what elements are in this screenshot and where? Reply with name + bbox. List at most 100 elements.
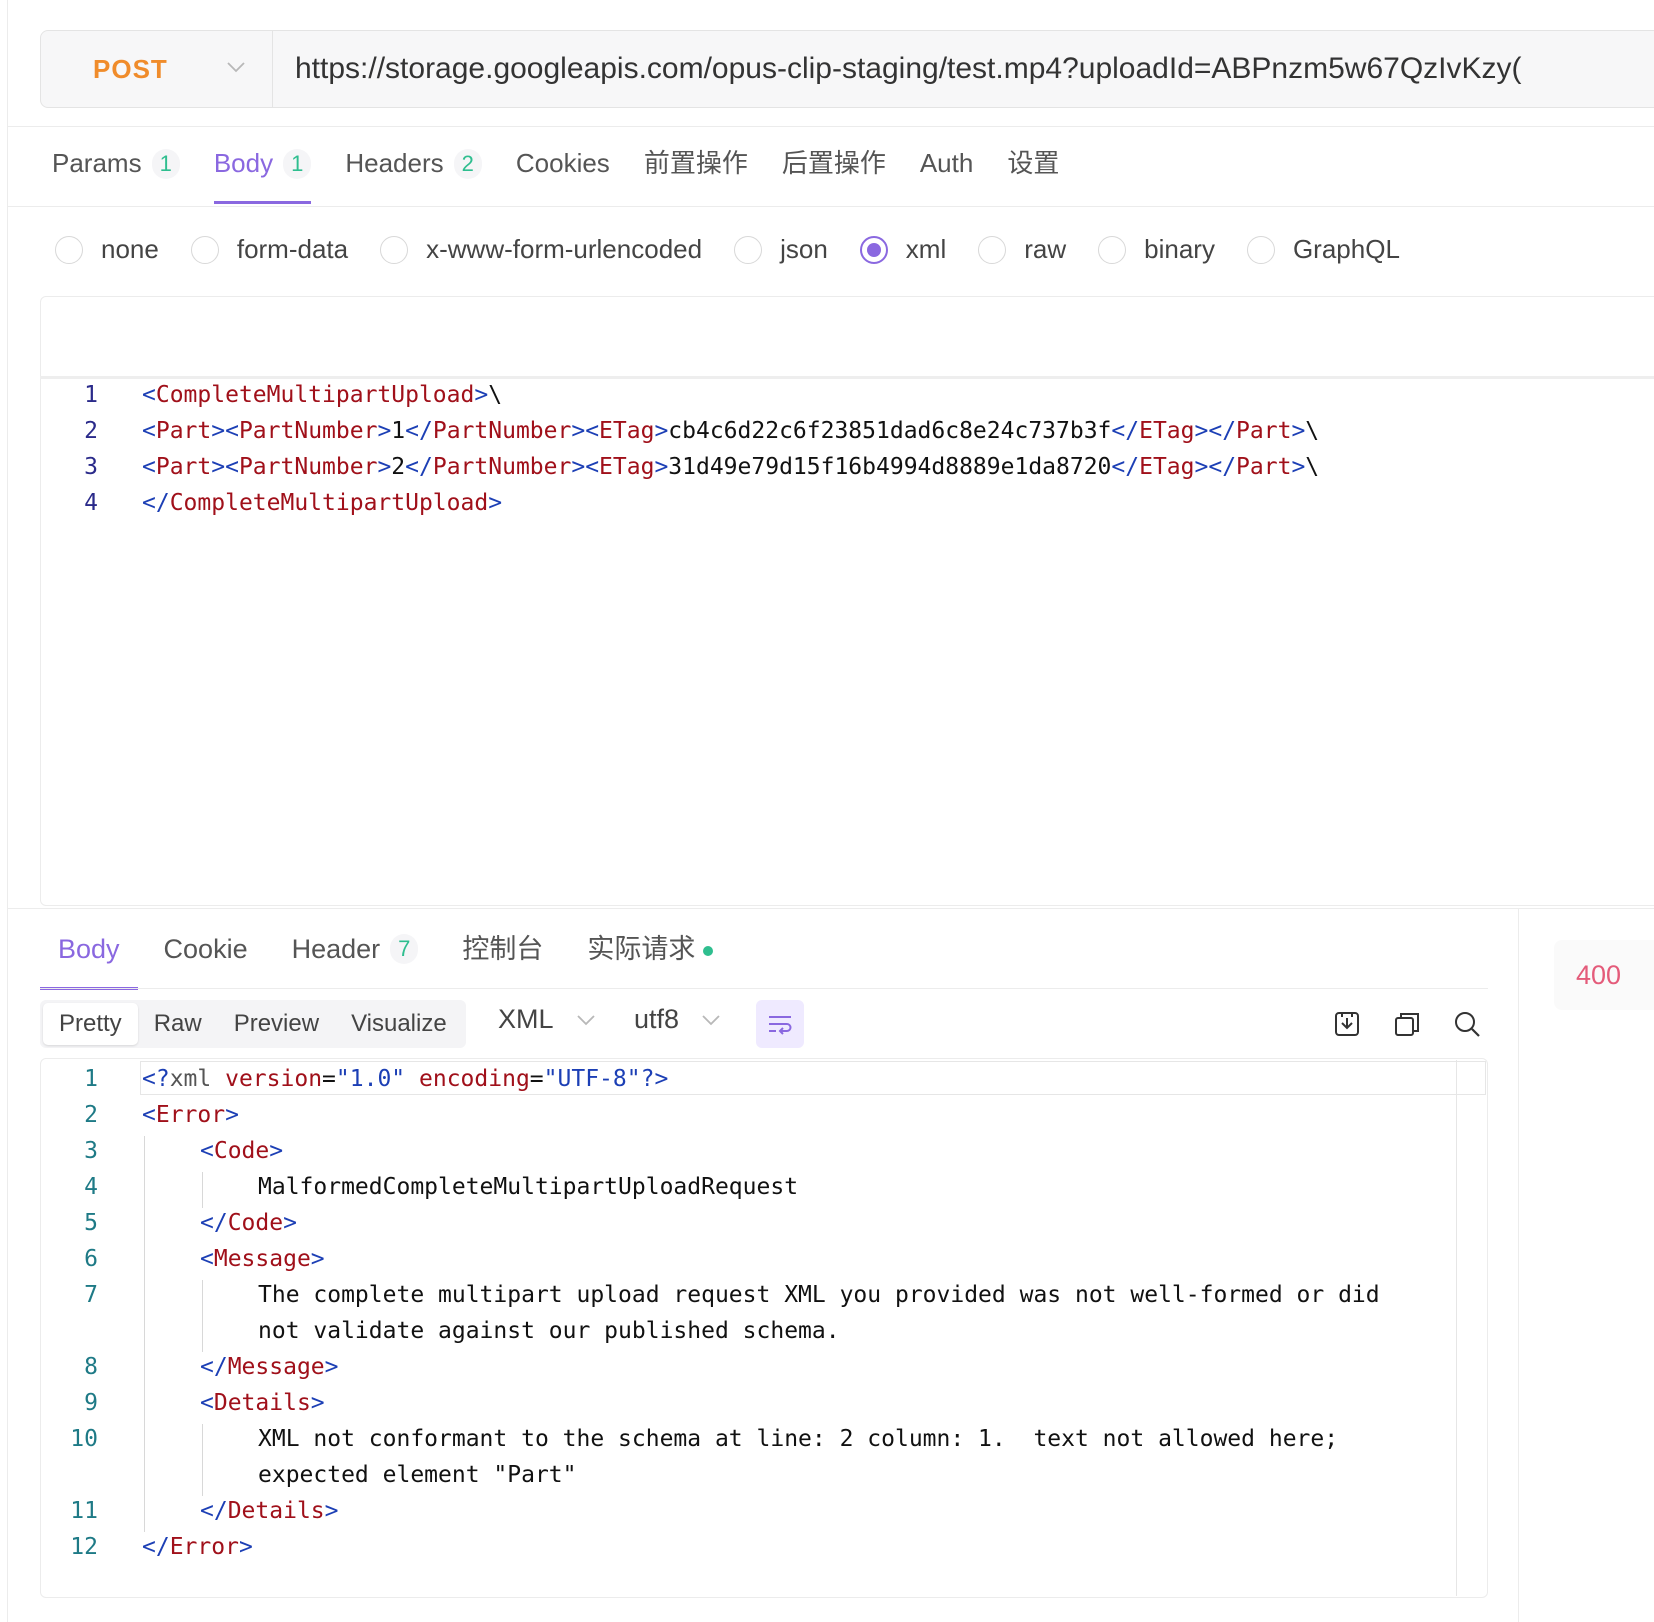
view-mode-segmented: Pretty Raw Preview Visualize <box>40 1000 466 1048</box>
response-tab-body[interactable]: Body <box>40 920 138 990</box>
xml-tag: Error <box>169 1534 239 1560</box>
search-icon[interactable] <box>1452 1009 1482 1039</box>
tab-label: 设置 <box>1007 148 1060 178</box>
line-number: 12 <box>70 1534 98 1560</box>
tab-auth[interactable]: Auth <box>920 142 974 204</box>
format-label: XML <box>498 1004 554 1034</box>
radio-label: GraphQL <box>1292 234 1400 264</box>
radio-graphql[interactable]: GraphQL <box>1246 234 1400 265</box>
xml-tag: Part <box>1236 418 1292 444</box>
view-raw[interactable]: Raw <box>138 1003 218 1045</box>
xml-bracket: <? <box>142 1066 170 1092</box>
divider <box>40 988 1488 989</box>
code-text: expected element "Part" <box>258 1462 577 1488</box>
code-line: <Part><PartNumber>1</PartNumber><ETag>cb… <box>142 418 1320 444</box>
xml-attr: version <box>225 1066 323 1092</box>
xml-value: "UTF-8" <box>543 1066 641 1092</box>
tab-count: 2 <box>453 149 482 179</box>
tab-settings[interactable]: 设置 <box>1007 142 1059 204</box>
xml-tag: ETag <box>1139 454 1195 480</box>
xml-attr: encoding <box>419 1066 530 1092</box>
wrap-icon <box>769 1016 792 1035</box>
radio-label: x-www-form-urlencoded <box>426 234 703 264</box>
tab-count: 1 <box>151 149 180 179</box>
word-wrap-button[interactable] <box>756 1000 804 1048</box>
tab-count: 7 <box>390 934 419 964</box>
code-text: MalformedCompleteMultipartUploadRequest <box>258 1174 799 1200</box>
response-tab-cookie[interactable]: Cookie <box>146 920 266 990</box>
xml-tag: ETag <box>1139 418 1195 444</box>
code-line: <?xml version="1.0" encoding="UTF-8"?> <box>142 1066 669 1092</box>
tab-label: Header <box>291 934 381 964</box>
radio-circle <box>1246 235 1275 264</box>
tab-body[interactable]: Body 1 <box>213 142 312 204</box>
tab-label: Body <box>213 148 274 178</box>
view-preview[interactable]: Preview <box>218 1003 335 1045</box>
indent-guide <box>144 1136 145 1532</box>
chevron-down-icon <box>702 1014 720 1025</box>
radio-label: form-data <box>236 234 349 264</box>
code-line: <CompleteMultipartUpload>\ <box>142 382 503 408</box>
request-tabs: Params 1 Body 1 Headers 2 Cookies 前置操作 后置操作… <box>52 142 1093 208</box>
method-select[interactable]: POST <box>41 31 273 107</box>
radio-json[interactable]: json <box>734 234 828 265</box>
radio-circle <box>55 235 83 264</box>
url-bar: POST https://storage.googleapis.com/opus… <box>40 30 1654 108</box>
tab-label: Body <box>58 934 120 964</box>
response-tab-header[interactable]: Header 7 <box>274 920 437 990</box>
xml-tag: ETag <box>599 418 655 444</box>
tab-label: Headers <box>345 148 444 178</box>
xml-tag: Code <box>227 1210 284 1236</box>
response-tab-console[interactable]: 控制台 <box>444 920 561 990</box>
view-visualize[interactable]: Visualize <box>335 1003 463 1045</box>
line-number: 1 <box>84 382 98 408</box>
tab-pre-operations[interactable]: 前置操作 <box>644 142 748 204</box>
indicator-dot <box>703 946 714 956</box>
radio-x-www-form-urlencoded[interactable]: x-www-form-urlencoded <box>380 234 702 265</box>
line-number: 7 <box>84 1282 98 1308</box>
xml-value: "1.0" <box>335 1066 406 1092</box>
tab-cookies[interactable]: Cookies <box>516 142 610 204</box>
status-badge: 400 <box>1554 940 1654 1010</box>
line-number: 9 <box>84 1390 98 1416</box>
radio-label: none <box>101 234 159 264</box>
format-select[interactable]: XML <box>498 1004 596 1035</box>
radio-raw[interactable]: raw <box>978 234 1066 265</box>
status-code: 400 <box>1576 959 1622 990</box>
xml-tag: PartNumber <box>238 454 378 480</box>
radio-label: binary <box>1144 234 1215 264</box>
tab-params[interactable]: Params 1 <box>52 142 180 204</box>
tab-headers[interactable]: Headers 2 <box>345 142 482 204</box>
xml-declaration: xml <box>169 1066 212 1092</box>
radio-binary[interactable]: binary <box>1098 234 1215 265</box>
code-line: <Details> <box>200 1390 325 1416</box>
radio-xml[interactable]: xml <box>859 234 946 265</box>
code-line: </Details> <box>200 1498 339 1524</box>
radio-none[interactable]: none <box>55 234 159 265</box>
xml-tag: Part <box>155 454 212 480</box>
view-pretty[interactable]: Pretty <box>43 1003 138 1045</box>
method-label: POST <box>93 53 168 84</box>
vertical-divider <box>1518 908 1519 1622</box>
copy-icon[interactable] <box>1392 1009 1422 1039</box>
tab-label: 实际请求 <box>587 934 696 964</box>
tab-post-operations[interactable]: 后置操作 <box>782 142 886 204</box>
download-icon[interactable] <box>1332 1009 1362 1039</box>
radio-form-data[interactable]: form-data <box>190 234 349 265</box>
scrollbar[interactable] <box>1456 1060 1457 1596</box>
xml-tag: PartNumber <box>238 418 378 444</box>
tab-label: 控制台 <box>462 934 544 964</box>
xml-tag: PartNumber <box>432 454 572 480</box>
radio-circle <box>734 235 763 264</box>
code-text: cb4c6d22c6f23851dad6c8e24c737b3f <box>668 418 1112 444</box>
line-number: 6 <box>84 1246 98 1272</box>
tab-label: Cookie <box>163 934 248 964</box>
left-border <box>7 0 8 1622</box>
response-tab-actual-request[interactable]: 实际请求 <box>569 920 731 990</box>
radio-circle <box>380 235 409 264</box>
response-tabs: Body Cookie Header 7 控制台 实际请求 <box>40 920 739 990</box>
url-input[interactable]: https://storage.googleapis.com/opus-clip… <box>273 52 1521 86</box>
divider <box>8 206 1654 207</box>
encoding-select[interactable]: utf8 <box>634 1004 721 1035</box>
xml-tag: Message <box>227 1354 325 1380</box>
